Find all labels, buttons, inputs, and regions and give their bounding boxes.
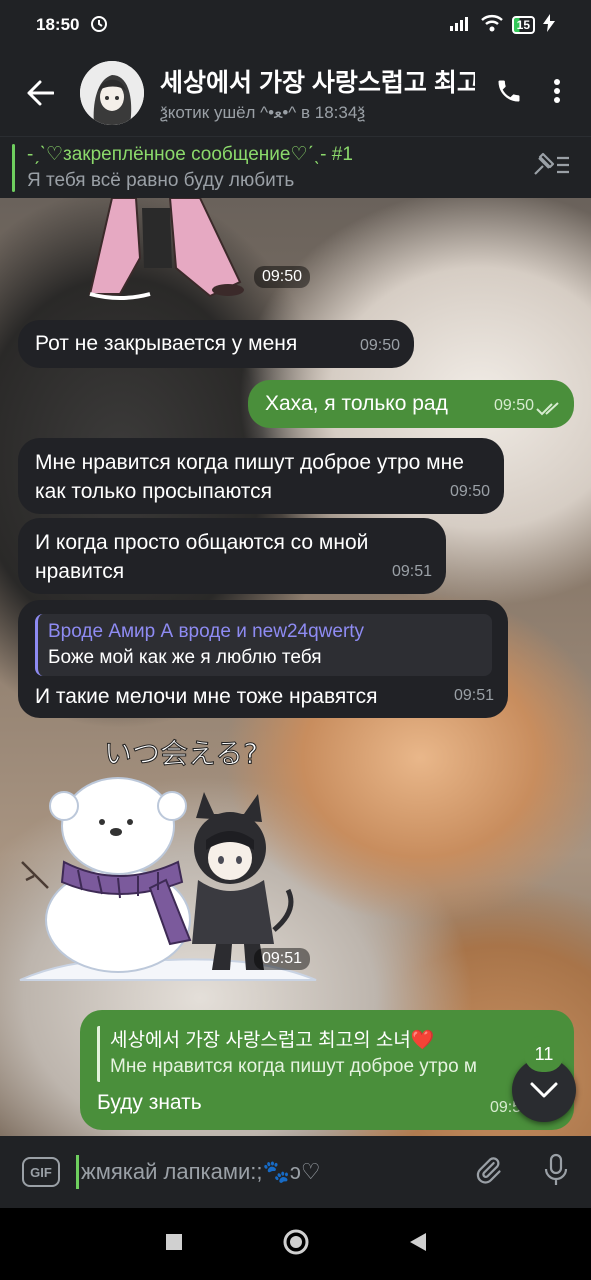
composer-actions (473, 1153, 569, 1192)
nav-recents-button[interactable] (165, 1233, 183, 1256)
message-time: 09:50 (449, 483, 490, 500)
sticker-message[interactable]: いつ会える? 09:51 (18, 730, 318, 984)
chat-header: 세상에서 가장 사랑스럽고 최고의 소녀 ѯкотик ушёл ^•ﻌ•^ в… (0, 50, 591, 136)
pinned-accent-bar (12, 143, 15, 192)
incoming-message[interactable]: Мне нравится когда пишут доброе утро мне… (18, 438, 504, 514)
incoming-message[interactable]: Рот не закрывается у меня 09:50 (18, 320, 414, 368)
unread-count-badge: 11 (524, 1036, 564, 1072)
system-nav-bar (0, 1208, 591, 1280)
sticker-image (19, 777, 317, 981)
back-arrow-icon (27, 80, 54, 106)
nav-back-button[interactable] (409, 1232, 427, 1257)
back-button[interactable] (0, 80, 80, 106)
chevron-down-icon (530, 1082, 558, 1098)
wifi-icon (480, 14, 504, 37)
mic-button[interactable] (543, 1153, 569, 1192)
status-bar: 18:50 15 (0, 0, 591, 50)
reply-text: Боже мой как же я люблю тебя (48, 647, 322, 668)
incoming-message[interactable]: И когда просто общаются со мной нравится… (18, 518, 446, 594)
nav-square-icon (165, 1233, 182, 1250)
pinned-message[interactable]: -ˏˋ♡закреплённое сообщение♡ˊˎ- #1 Я тебя… (0, 136, 591, 198)
message-text: Рот не закрывается у меня (35, 332, 298, 355)
gif-button[interactable]: GIF (22, 1157, 60, 1187)
message-time: 09:51 (254, 948, 311, 970)
gif-icon: GIF (30, 1164, 52, 1180)
message-text: И когда просто общаются со мной нравится (35, 531, 369, 583)
attach-icon (476, 1156, 501, 1184)
chat-area[interactable]: 09:50 Рот не закрывается у меня 09:50 Ха… (0, 198, 591, 1136)
pinned-content: -ˏˋ♡закреплённое сообщение♡ˊˎ- #1 Я тебя… (27, 143, 353, 192)
message-time: 09:51 (391, 563, 432, 580)
message-time: 09:50 (493, 397, 534, 414)
call-button[interactable] (495, 77, 523, 110)
message-text: Буду знать (97, 1091, 202, 1114)
charging-icon (543, 13, 555, 37)
message-time: 09:51 (453, 687, 494, 704)
signal-icon (449, 15, 472, 36)
pinned-text: Я тебя всё равно буду любить (27, 170, 295, 191)
sticker-message[interactable]: 09:50 (80, 198, 320, 302)
header-actions (475, 77, 591, 110)
pinned-list-button[interactable] (531, 152, 571, 183)
more-button[interactable] (553, 78, 561, 109)
pinned-title: -ˏˋ♡закреплённое сообщение♡ˊˎ- #1 (27, 144, 353, 165)
message-text: Мне нравится когда пишут доброе утро мне… (35, 451, 464, 503)
message-text: Хаха, я только рад (265, 392, 448, 415)
message-time: 09:50 (254, 266, 311, 288)
message-time: 09:50 (359, 337, 400, 354)
chat-status: ѯкотик ушёл ^•ﻌ•^ в 18:34ѯ (160, 103, 366, 122)
pin-list-icon (534, 152, 569, 175)
nav-home-button[interactable] (283, 1229, 309, 1260)
nav-circle-icon (283, 1229, 308, 1254)
reply-quote[interactable]: 세상에서 가장 사랑스럽고 최고의 소녀❤️ Мне нравится когд… (97, 1026, 558, 1082)
reply-quote[interactable]: Вроде Амир А вроде и new24qwerty Боже мо… (35, 614, 492, 676)
avatar[interactable] (80, 61, 144, 125)
phone-icon (498, 80, 520, 101)
double-check-icon (536, 402, 559, 416)
chat-titles[interactable]: 세상에서 가장 사랑스럽고 최고의 소녀 ѯкотик ушёл ^•ﻌ•^ в… (160, 63, 475, 123)
battery-indicator: 15 (511, 16, 535, 34)
text-cursor (76, 1155, 79, 1189)
message-input[interactable]: жмякай лапками:;🐾ɔ♡ (76, 1152, 463, 1192)
status-time: 18:50 (36, 15, 80, 34)
incoming-message[interactable]: Вроде Амир А вроде и new24qwerty Боже мо… (18, 600, 508, 718)
nav-back-icon (409, 1232, 426, 1251)
message-composer: GIF жмякай лапками:;🐾ɔ♡ (0, 1136, 591, 1208)
sticker-image (88, 198, 244, 300)
message-text: И такие мелочи мне тоже нравятся (35, 685, 378, 708)
chat-name: 세상에서 가장 사랑스럽고 최고의 소녀 (160, 69, 475, 97)
reply-sender: Вроде Амир А вроде и new24qwerty (48, 621, 365, 642)
mic-icon (544, 1153, 568, 1185)
outgoing-message[interactable]: Хаха, я только рад 09:50 (248, 380, 574, 428)
status-right: 15 (449, 13, 555, 37)
alarm-icon (89, 13, 109, 38)
more-vert-icon (554, 78, 560, 103)
reply-text: Мне нравится когда пишут доброе утро м (110, 1056, 477, 1077)
message-placeholder: жмякай лапками:;🐾ɔ♡ (81, 1159, 321, 1184)
attach-button[interactable] (473, 1155, 503, 1190)
outgoing-message[interactable]: 세상에서 가장 사랑스럽고 최고의 소녀❤️ Мне нравится когд… (80, 1010, 574, 1130)
reply-sender: 세상에서 가장 사랑스럽고 최고의 소녀❤️ (110, 1030, 435, 1051)
